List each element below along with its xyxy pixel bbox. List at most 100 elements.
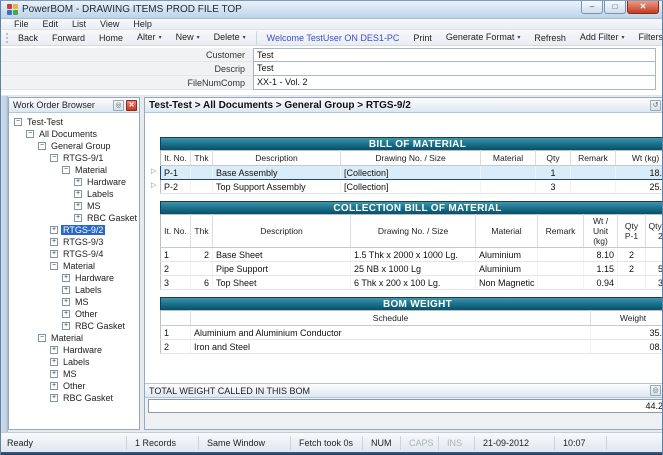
row-expand-icon[interactable]: ▷ [151, 179, 160, 193]
expand-icon[interactable]: + [74, 190, 82, 198]
table-row[interactable]: P-2Top Support Assembly[Collection]325.7… [161, 180, 663, 194]
pin-icon[interactable]: ◎ [650, 385, 661, 396]
expand-icon[interactable]: + [74, 202, 82, 210]
cell: Top Sheet [213, 276, 351, 290]
tree-item-rtgs-9-4[interactable]: +RTGS-9/4 [9, 248, 139, 260]
cell: 25 NB x 1000 Lg [351, 262, 476, 276]
cell: Top Support Assembly [213, 180, 341, 194]
expand-icon[interactable]: + [62, 286, 70, 294]
expand-icon[interactable]: + [62, 298, 70, 306]
total-weight-field[interactable]: 44.21 [148, 399, 663, 413]
expand-icon[interactable]: + [74, 214, 82, 222]
tree-item-rbc-gasket[interactable]: +RBC Gasket [9, 320, 139, 332]
cell: 35.75 [591, 326, 663, 340]
menu-list[interactable]: List [65, 19, 93, 30]
cell: 1 [161, 326, 191, 340]
tree-item-general-group[interactable]: −General Group [9, 140, 139, 152]
expand-icon[interactable]: + [50, 226, 58, 234]
tree-item-labels[interactable]: +Labels [9, 188, 139, 200]
tree-item-rtgs-9-1[interactable]: −RTGS-9/1 [9, 152, 139, 164]
close-panel-icon[interactable]: ✕ [126, 100, 137, 111]
refresh-icon[interactable]: ↺ [650, 100, 661, 111]
tree-item-material[interactable]: −Material [9, 332, 139, 344]
tree-item-ms[interactable]: +MS [9, 296, 139, 308]
cell: P-2 [161, 180, 191, 194]
tree-item-material[interactable]: −Material [9, 260, 139, 272]
tree-item-rbc-gasket[interactable]: +RBC Gasket [9, 392, 139, 404]
expand-icon[interactable]: + [50, 250, 58, 258]
table-row[interactable]: P-1Base Assembly[Collection]118.50 [161, 166, 663, 180]
toolbar-generate-format[interactable]: Generate Format▾ [439, 30, 528, 45]
toolbar-add-filter[interactable]: Add Filter▾ [573, 30, 632, 45]
collapse-icon[interactable]: − [14, 118, 22, 126]
table-row[interactable]: 2Iron and Steel08.46 [161, 340, 663, 354]
close-button[interactable]: ✕ [627, 1, 659, 14]
minimize-button[interactable]: – [581, 1, 603, 14]
tree-item-rtgs-9-3[interactable]: +RTGS-9/3 [9, 236, 139, 248]
form-field-customer[interactable]: Test [253, 48, 656, 62]
dock-strip-left [1, 96, 8, 432]
menu-help[interactable]: Help [126, 19, 159, 30]
toolbar-delete[interactable]: Delete▾ [207, 30, 253, 45]
tree-item-other[interactable]: +Other [9, 380, 139, 392]
expand-icon[interactable]: + [50, 394, 58, 402]
expand-icon[interactable]: + [62, 310, 70, 318]
collapse-icon[interactable]: − [50, 154, 58, 162]
chevron-down-icon: ▾ [159, 35, 162, 41]
collapse-icon[interactable]: − [62, 166, 70, 174]
tree-item-label: RTGS-9/1 [61, 153, 105, 163]
expand-icon[interactable]: + [62, 274, 70, 282]
expand-icon[interactable]: + [50, 370, 58, 378]
collapse-icon[interactable]: − [50, 262, 58, 270]
tree-item-test-test[interactable]: −Test-Test [9, 116, 139, 128]
toolbar-welcome-testuser-on-des1-pc[interactable]: Welcome TestUser ON DES1-PC [256, 31, 407, 45]
form-field-descrip[interactable]: Test [253, 61, 656, 76]
tree-item-ms[interactable]: +MS [9, 200, 139, 212]
cell: Non Magnetic [476, 276, 538, 290]
form-field-filenumcomp[interactable]: XX-1 - Vol. 2 [253, 75, 656, 90]
toolbar-back[interactable]: Back [11, 31, 45, 45]
tree-item-hardware[interactable]: +Hardware [9, 272, 139, 284]
expand-icon[interactable]: + [50, 346, 58, 354]
tree-item-all-documents[interactable]: −All Documents [9, 128, 139, 140]
collapse-icon[interactable]: − [38, 142, 46, 150]
tree-item-labels[interactable]: +Labels [9, 356, 139, 368]
tree-item-ms[interactable]: +MS [9, 368, 139, 380]
menu-file[interactable]: File [7, 19, 36, 30]
toolbar-filters[interactable]: Filters▾ [631, 30, 663, 45]
expand-icon[interactable]: + [50, 238, 58, 246]
tree-item-material[interactable]: −Material [9, 164, 139, 176]
tree-item-hardware[interactable]: +Hardware [9, 176, 139, 188]
toolbar-forward[interactable]: Forward [45, 31, 92, 45]
toolbar-home[interactable]: Home [92, 31, 130, 45]
tree-item-rtgs-9-2[interactable]: +RTGS-9/2 [9, 224, 139, 236]
maximize-button[interactable]: □ [604, 1, 626, 14]
tree-item-hardware[interactable]: +Hardware [9, 344, 139, 356]
collapse-icon[interactable]: − [38, 334, 46, 342]
expand-icon[interactable]: + [74, 178, 82, 186]
tree-item-labels[interactable]: +Labels [9, 284, 139, 296]
toolbar-refresh[interactable]: Refresh [527, 31, 573, 45]
menu-edit[interactable]: Edit [36, 19, 66, 30]
table-row[interactable]: 12Base Sheet1.5 Thk x 2000 x 1000 Lg.Alu… [161, 248, 663, 262]
expand-icon[interactable]: + [50, 382, 58, 390]
pin-icon[interactable]: ◎ [113, 100, 124, 111]
menu-view[interactable]: View [93, 19, 126, 30]
expand-icon[interactable]: + [50, 358, 58, 366]
toolbar-new[interactable]: New▾ [169, 30, 207, 45]
table-row[interactable]: 36Top Sheet6 Thk x 200 x 100 Lg.Non Magn… [161, 276, 663, 290]
document-panel-header: Test-Test > All Documents > General Grou… [145, 98, 663, 113]
tree-item-rbc-gasket[interactable]: +RBC Gasket [9, 212, 139, 224]
table-row[interactable]: 2Pipe Support25 NB x 1000 LgAluminium1.1… [161, 262, 663, 276]
toolbar-label: Forward [52, 33, 85, 43]
expand-icon[interactable]: + [62, 322, 70, 330]
toolbar-print[interactable]: Print [406, 31, 439, 45]
toolbar-alter[interactable]: Alter▾ [130, 30, 169, 45]
toolbar-label: Print [413, 33, 432, 43]
toolbar-label: Welcome TestUser ON DES1-PC [267, 33, 400, 43]
row-expand-icon[interactable]: ▷ [151, 165, 160, 179]
table-row[interactable]: 1Aluminium and Aluminium Conductor35.75 [161, 326, 663, 340]
collapse-icon[interactable]: − [26, 130, 34, 138]
tree-item-other[interactable]: +Other [9, 308, 139, 320]
cell: 2 [161, 340, 191, 354]
